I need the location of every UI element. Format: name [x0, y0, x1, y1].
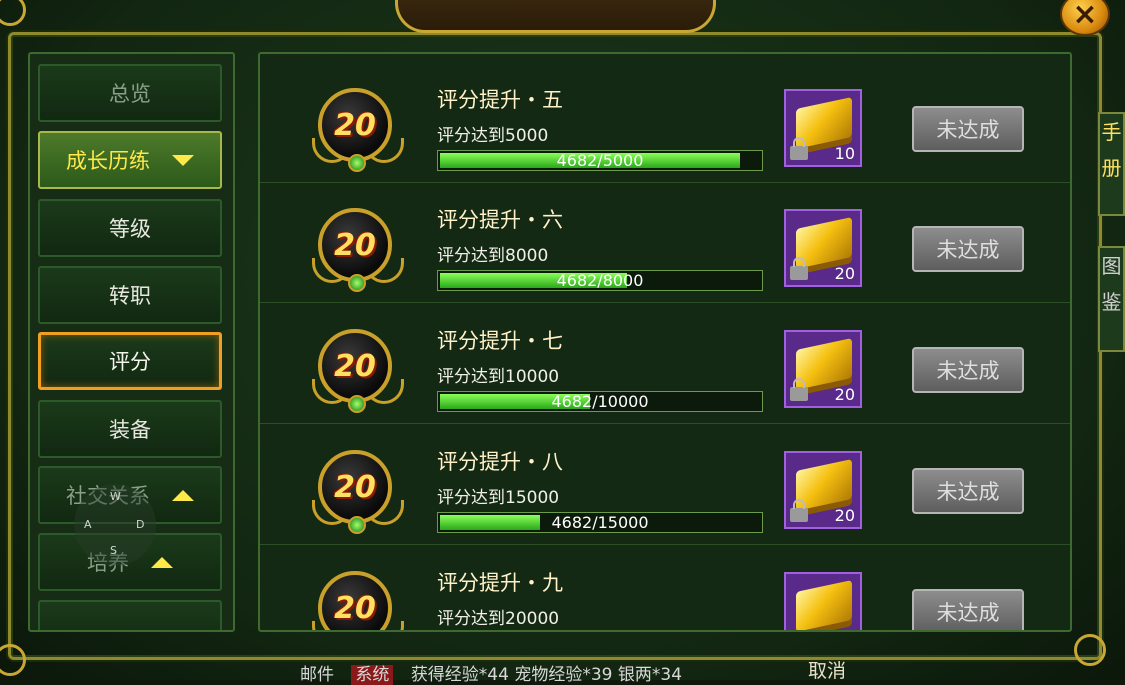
reward-quantity: 20 [834, 385, 855, 404]
title-ornament [395, 0, 716, 33]
reward-slot[interactable]: 20 [784, 209, 862, 287]
lock-icon [790, 257, 808, 280]
achievement-description: 评分达到10000 [437, 367, 560, 387]
progress-text: 4682/8000 [556, 271, 644, 290]
badge-number: 20 [334, 469, 376, 505]
reward-slot[interactable] [784, 572, 862, 630]
sidebar-item-equipment[interactable]: 装备 [38, 400, 222, 458]
sidebar-item-label: 转职 [109, 284, 151, 308]
sidebar-item-level[interactable]: 等级 [38, 199, 222, 257]
joystick-left-label: A [84, 518, 92, 531]
level-badge-icon: 20 [312, 329, 404, 415]
achievement-row: 20 评分提升・九 评分达到20000 未达成 [260, 545, 1070, 630]
reward-quantity: 20 [834, 264, 855, 283]
sidebar-item-rating[interactable]: 评分 [38, 332, 222, 390]
lock-icon [790, 499, 808, 522]
achievement-description: 评分达到8000 [437, 246, 549, 266]
achievement-title: 评分提升・九 [437, 571, 563, 595]
game-window: × 总览 成长历练 等级 转职 评分 装备 社交关系 培养 W A D S 20… [0, 0, 1125, 685]
achievement-row: 20 评分提升・五 评分达到5000 4682/5000 10 未达成 [260, 62, 1070, 183]
badge-number: 20 [334, 590, 376, 626]
lock-icon [790, 378, 808, 401]
achievement-description: 评分达到15000 [437, 488, 560, 508]
gold-ingot-icon [796, 580, 852, 630]
achievement-title: 评分提升・七 [437, 329, 563, 353]
side-tab-codex[interactable]: 图 鉴 [1098, 246, 1125, 352]
chevron-down-icon [172, 154, 194, 166]
corner-ornament-top-left [0, 0, 26, 26]
reward-slot[interactable]: 20 [784, 451, 862, 529]
achievement-title: 评分提升・八 [437, 450, 563, 474]
sidebar-item-label: 成长历练 [66, 149, 150, 173]
sidebar-item-label: 装备 [109, 418, 151, 442]
chevron-up-icon [151, 556, 173, 568]
chat-strip: 邮件 系统 获得经验*44 宠物经验*39 银两*34 [300, 660, 800, 685]
cancel-button[interactable]: 取消 [808, 656, 846, 683]
claim-status-button[interactable]: 未达成 [912, 347, 1024, 393]
progress-bar: 4682/8000 [437, 270, 763, 291]
mail-button[interactable]: 邮件 [300, 665, 334, 685]
claim-status-button[interactable]: 未达成 [912, 226, 1024, 272]
corner-ornament-bottom-left [0, 644, 26, 676]
side-tab-label: 册 [1101, 156, 1122, 180]
sidebar-item-partial[interactable] [38, 600, 222, 630]
reward-slot[interactable]: 20 [784, 330, 862, 408]
system-message: 获得经验*44 宠物经验*39 银两*34 [410, 665, 683, 685]
side-tab-handbook[interactable]: 手 册 [1098, 112, 1125, 216]
joystick-right-label: D [136, 518, 145, 531]
progress-text: 4682/10000 [551, 392, 649, 411]
badge-number: 20 [334, 348, 376, 384]
achievement-description: 评分达到20000 [437, 609, 560, 629]
achievement-title: 评分提升・六 [437, 208, 563, 232]
achievement-row: 20 评分提升・七 评分达到10000 4682/10000 20 未达成 [260, 303, 1070, 424]
lock-icon [790, 137, 808, 160]
reward-quantity: 20 [834, 506, 855, 525]
status-label: 未达成 [936, 480, 1000, 504]
status-label: 未达成 [936, 601, 1000, 625]
claim-status-button[interactable]: 未达成 [912, 468, 1024, 514]
cancel-label: 取消 [808, 660, 847, 682]
achievement-row: 20 评分提升・六 评分达到8000 4682/8000 20 未达成 [260, 182, 1070, 303]
level-badge-icon: 20 [312, 450, 404, 536]
badge-number: 20 [334, 107, 376, 143]
badge-number: 20 [334, 227, 376, 263]
close-icon: × [1072, 0, 1098, 32]
side-tab-label: 手 [1101, 120, 1122, 144]
claim-status-button[interactable]: 未达成 [912, 589, 1024, 630]
progress-bar: 4682/10000 [437, 391, 763, 412]
achievement-title: 评分提升・五 [437, 88, 563, 112]
joystick-down-label: S [110, 544, 117, 557]
progress-bar: 4682/15000 [437, 512, 763, 533]
progress-bar: 4682/5000 [437, 150, 763, 171]
level-badge-icon: 20 [312, 571, 404, 630]
reward-quantity: 10 [834, 144, 855, 163]
joystick-up-label: W [110, 490, 121, 503]
achievement-description: 评分达到5000 [437, 126, 549, 146]
sidebar-item-label: 等级 [109, 217, 151, 241]
status-label: 未达成 [936, 359, 1000, 383]
corner-ornament-bottom-right [1074, 634, 1106, 666]
sidebar-item-label: 评分 [109, 350, 151, 374]
level-badge-icon: 20 [312, 208, 404, 294]
virtual-joystick[interactable]: W A D S [74, 484, 156, 566]
reward-slot[interactable]: 10 [784, 89, 862, 167]
status-label: 未达成 [936, 118, 1000, 142]
achievement-list[interactable]: 20 评分提升・五 评分达到5000 4682/5000 10 未达成 20 评… [258, 52, 1072, 632]
progress-text: 4682/15000 [551, 513, 649, 532]
side-tab-label: 鉴 [1101, 290, 1122, 314]
close-button[interactable]: × [1060, 0, 1110, 36]
sidebar-group-growth[interactable]: 成长历练 [38, 131, 222, 189]
side-tab-label: 图 [1101, 254, 1122, 278]
level-badge-icon: 20 [312, 88, 404, 174]
sidebar-item-overview[interactable]: 总览 [38, 64, 222, 122]
system-tag: 系统 [351, 665, 394, 685]
status-label: 未达成 [936, 238, 1000, 262]
sidebar-item-label: 总览 [109, 82, 151, 106]
sidebar-item-class-change[interactable]: 转职 [38, 266, 222, 324]
claim-status-button[interactable]: 未达成 [912, 106, 1024, 152]
chevron-up-icon [172, 489, 194, 501]
achievement-row: 20 评分提升・八 评分达到15000 4682/15000 20 未达成 [260, 424, 1070, 545]
progress-text: 4682/5000 [556, 151, 644, 170]
